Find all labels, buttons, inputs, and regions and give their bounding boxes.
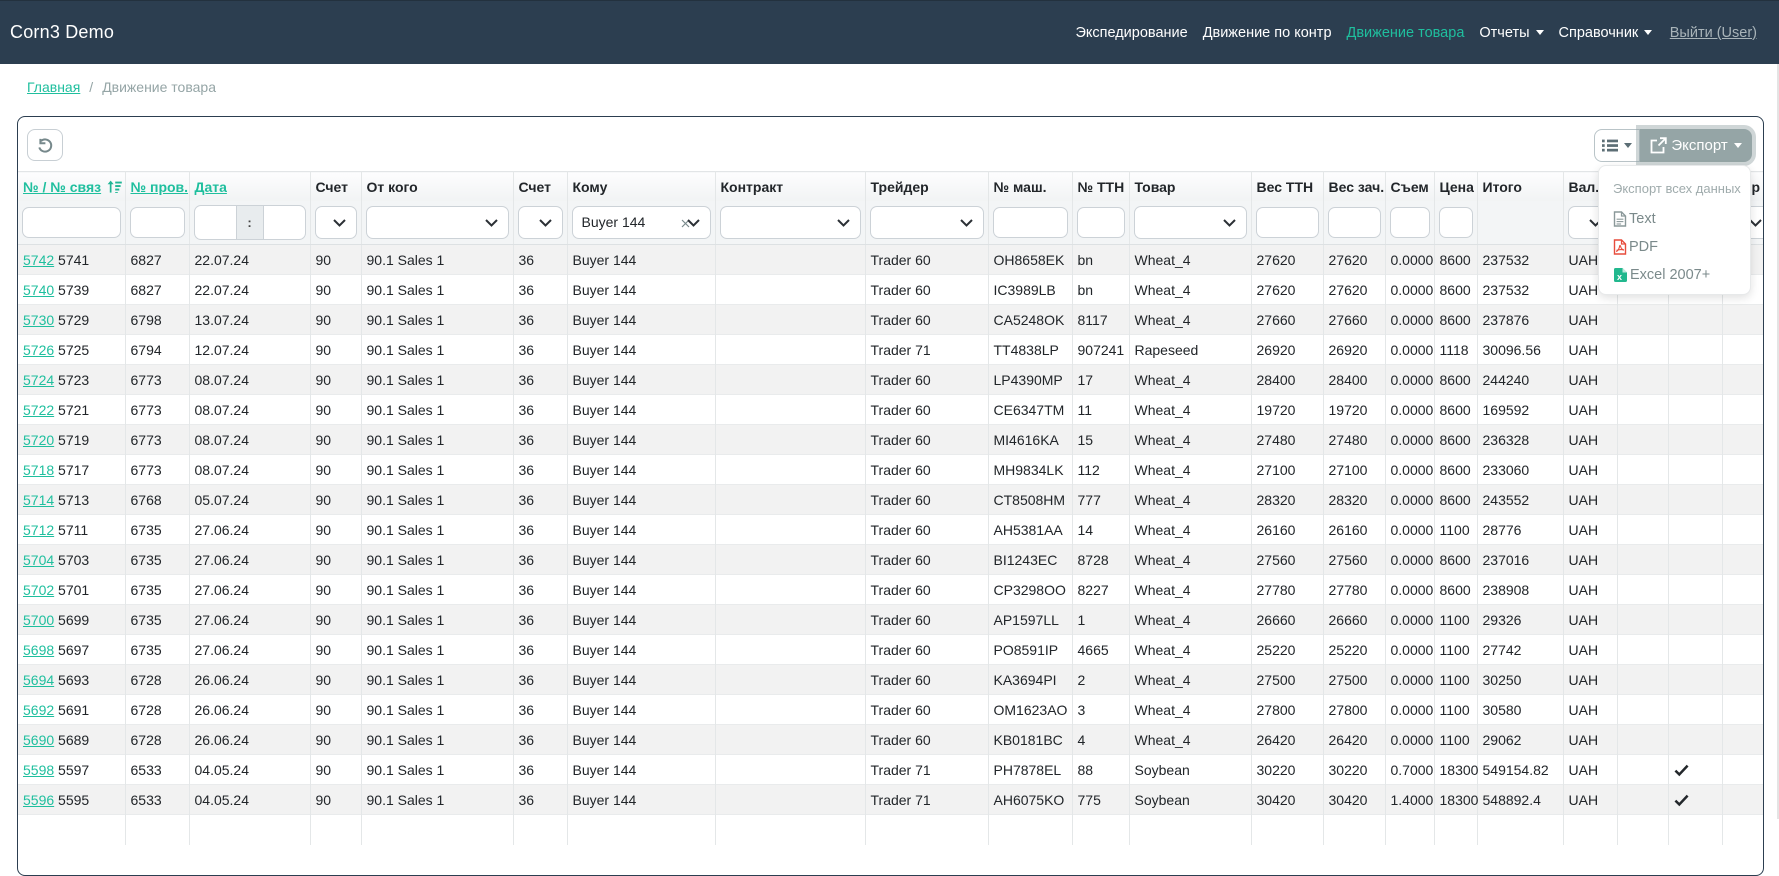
- svg-text:x: x: [1617, 272, 1622, 282]
